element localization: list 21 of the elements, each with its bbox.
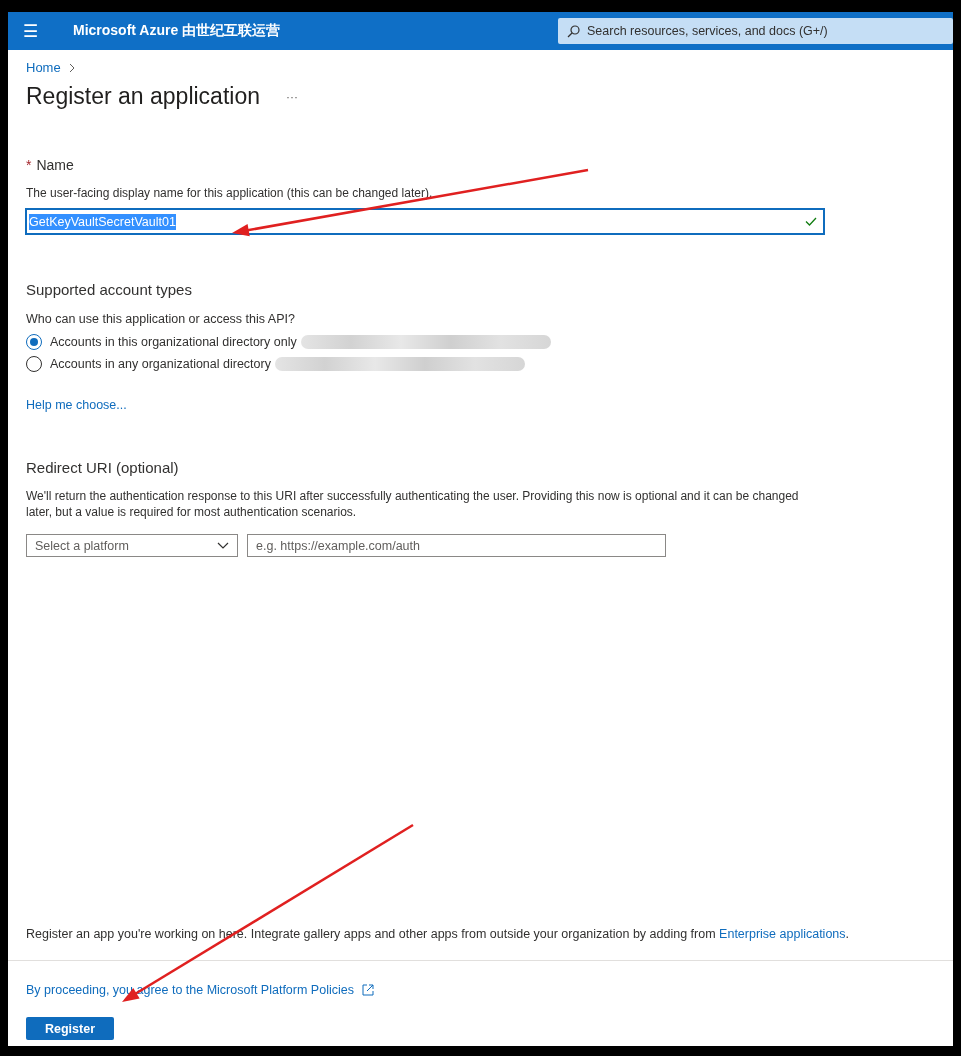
section-heading: Redirect URI (optional)	[26, 459, 180, 476]
platform-dropdown[interactable]: Select a platform	[26, 534, 238, 557]
menu-button[interactable]: ☰	[8, 20, 52, 42]
name-field[interactable]: GetKeyVaultSecretVault01	[26, 209, 824, 234]
brand-title: Microsoft Azure 由世纪互联运营	[73, 22, 282, 40]
breadcrumb-link[interactable]: Home	[26, 60, 61, 75]
question-text: Who can use this application or access this API?	[26, 312, 296, 326]
required-mark: *	[26, 157, 32, 173]
section-heading: Supported account types	[26, 281, 193, 298]
field-description: The user-facing display name for this application (this can be changed later).	[26, 185, 434, 201]
more-button[interactable]: ···	[286, 89, 298, 104]
page-title: Register an application	[26, 83, 260, 110]
help-link[interactable]: Help me choose...	[26, 398, 127, 412]
radio-label: Accounts in any organizational directory	[50, 357, 271, 371]
register-button[interactable]: Register	[26, 1017, 114, 1040]
section-description: We'll return the authentication response to this URI after successfully authenticating the user. Providing this now is optional and it can be changed later, but a value is required for most authentication scenarios.	[26, 488, 800, 520]
search-field[interactable]: Search resources, services, and docs (G+/)	[558, 18, 953, 44]
uri-field[interactable]: e.g. https://example.com/auth	[247, 534, 666, 557]
enterprise-link[interactable]: Enterprise applications	[719, 927, 846, 941]
radio-label: Accounts in this organizational directory only	[50, 335, 297, 349]
field-label: Name	[36, 157, 74, 173]
